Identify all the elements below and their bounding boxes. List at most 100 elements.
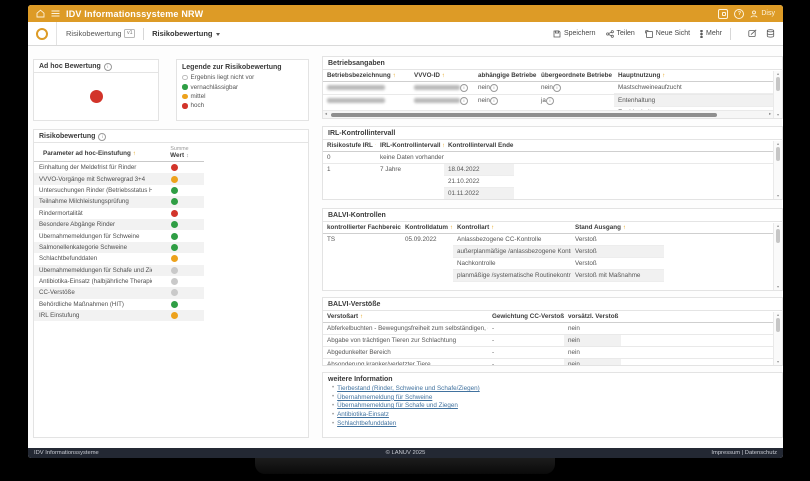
scroll-down-arrow-icon[interactable]: ▼ (774, 360, 782, 364)
table-row[interactable]: Abgedunkelter Bereich-nein (323, 347, 773, 359)
column-header[interactable]: übergeordnete Betriebe↑ (537, 70, 614, 81)
redacted-value (327, 98, 385, 103)
risk-parameter-row[interactable]: VVVO-Vorgänge mit Schweregrad 3+4 (34, 173, 204, 184)
scroll-down-arrow-icon[interactable]: ▼ (774, 285, 782, 289)
panel-title: Ad hoc Bewertung (39, 63, 101, 70)
vertical-scrollbar[interactable]: ▲▼ (773, 223, 782, 290)
risk-parameter-row[interactable]: Salmonellenkategorie Schweine (34, 242, 204, 253)
scrollbar-thumb[interactable] (331, 113, 717, 117)
vorsaetzlich-cell: nein (564, 335, 621, 346)
parameter-label: Übernahmemeldungen für Schweine (34, 233, 152, 240)
column-header-parameter[interactable]: Parameter ad hoc-Einstufung↑ (39, 148, 157, 159)
info-icon[interactable]: i (98, 133, 106, 141)
column-header[interactable]: Kontrollintervall Ende↑ (444, 140, 514, 151)
column-header[interactable]: Gewichtung CC-Verstoß↑ (488, 311, 564, 322)
vertical-scrollbar[interactable]: ▲▼ (773, 141, 782, 199)
menu-icon[interactable] (51, 10, 60, 17)
column-header[interactable]: abhängige Betriebe↑ (474, 70, 537, 81)
scroll-up-arrow-icon[interactable]: ▲ (774, 313, 782, 317)
view-selector[interactable]: Risikobewertung (152, 29, 219, 38)
scroll-right-arrow-icon[interactable]: ► (768, 112, 772, 116)
scrollbar-thumb[interactable] (776, 229, 780, 243)
column-header[interactable]: kontrollierter Fachbereich↑ (323, 222, 401, 233)
user-name[interactable]: Disy (761, 10, 775, 17)
column-header[interactable]: Kontrollart↑ (453, 222, 571, 233)
new-view-button[interactable]: Neue Sicht (645, 30, 690, 38)
info-icon[interactable]: i (553, 84, 561, 92)
apps-icon[interactable] (718, 9, 728, 19)
uebergeordnete-betriebe-cell: jai (537, 95, 614, 106)
adhoc-result-area (34, 73, 158, 121)
vertical-scrollbar[interactable]: ▲▼ (773, 71, 782, 118)
parameter-label: CC-Verstöße (34, 289, 152, 296)
scrollbar-thumb[interactable] (776, 318, 780, 332)
info-icon[interactable]: i (460, 97, 468, 105)
column-header[interactable]: Verstoßart↑ (323, 311, 488, 322)
info-icon[interactable]: i (460, 84, 468, 92)
risk-level-dot (171, 244, 178, 251)
risk-parameter-row[interactable]: Teilnahme Milchleistungsprüfung (34, 196, 204, 207)
scroll-left-arrow-icon[interactable]: ◄ (324, 112, 328, 116)
datasets-icon[interactable] (766, 29, 775, 38)
table-row[interactable]: TS05.09.2022Anlassbezogene CC-Kontrollea… (323, 234, 773, 282)
info-icon[interactable]: i (546, 97, 554, 105)
column-header[interactable]: Hauptnutzung↑ (614, 70, 773, 81)
dashboard: Ad hoc Bewertung i Legende zur Risikobew… (28, 46, 783, 448)
table-row[interactable]: Abferkelbuchten - Bewegungsfreiheit zum … (323, 323, 773, 335)
scroll-down-arrow-icon[interactable]: ▼ (774, 113, 782, 117)
table-row[interactable]: ineinineiniMastschweineaufzucht (323, 82, 773, 95)
risk-parameter-row[interactable]: Behördliche Maßnahmen (HIT) (34, 299, 204, 310)
scroll-down-arrow-icon[interactable]: ▼ (774, 194, 782, 198)
column-header[interactable]: Betriebsbezeichnung↑ (323, 70, 410, 81)
info-icon[interactable]: i (490, 84, 498, 92)
home-icon[interactable] (36, 9, 45, 18)
scrollbar-thumb[interactable] (776, 147, 780, 161)
table-row[interactable]: Absonderung kranker/verletzter Tiere-nei… (323, 359, 773, 366)
scroll-up-arrow-icon[interactable]: ▲ (774, 224, 782, 228)
risk-parameter-row[interactable]: Rindermortalität (34, 208, 204, 219)
user-icon[interactable] (750, 10, 758, 18)
risk-parameter-row[interactable]: Einhaltung der Meldefrist für Rinder (34, 162, 204, 173)
scroll-up-arrow-icon[interactable]: ▲ (774, 72, 782, 76)
table-row[interactable]: 0keine Daten vorhanden (323, 152, 773, 164)
info-link[interactable]: Tierbestand (Rinder, Schweine und Schafe… (337, 385, 480, 392)
info-icon[interactable]: i (490, 97, 498, 105)
notes-icon[interactable] (748, 29, 757, 38)
column-header[interactable]: Stand Ausgang↑ (571, 222, 664, 233)
vertical-scrollbar[interactable]: ▲▼ (773, 312, 782, 365)
column-header[interactable]: vorsätzl. Verstoß↑ (564, 311, 621, 322)
risk-parameter-row[interactable]: Untersuchungen Rinder (Betriebsstatus HI… (34, 185, 204, 196)
risk-parameter-row[interactable]: Übernahmemeldungen für Schafe und Ziegen (34, 265, 204, 276)
horizontal-scrollbar[interactable]: ◄► (323, 110, 773, 118)
risk-parameter-row[interactable]: CC-Verstöße (34, 287, 204, 298)
info-icon[interactable]: i (104, 63, 112, 71)
legend-label: mittel (191, 93, 206, 100)
risk-parameter-row[interactable]: IRL Einstufung (34, 310, 204, 321)
save-button[interactable]: Speichern (553, 30, 596, 38)
workbook-title[interactable]: Risikobewertung v1 (66, 29, 135, 38)
risk-parameter-row[interactable]: Antibiotika-Einsatz (halbjährliche Thera… (34, 276, 204, 287)
scrollbar-thumb[interactable] (776, 77, 780, 91)
table-header: Verstoßart↑Gewichtung CC-Verstoß↑vorsätz… (323, 311, 773, 323)
column-header[interactable]: IRL-Kontrollintervall↑ (376, 140, 444, 151)
sort-icon: ↕ (186, 153, 189, 159)
risk-parameter-row[interactable]: Schlachtbefunddaten (34, 253, 204, 264)
kontrolldatum-cell: 05.09.2022 (401, 234, 453, 245)
scroll-up-arrow-icon[interactable]: ▲ (774, 142, 782, 146)
risk-parameter-row[interactable]: Übernahmemeldungen für Schweine (34, 230, 204, 241)
help-icon[interactable]: ? (734, 9, 744, 19)
table-row[interactable]: 17 Jahre18.04.202221.10.202201.11.2022 (323, 164, 773, 200)
info-link[interactable]: Antibiotika-Einsatz (337, 411, 389, 418)
cadenza-logo-icon[interactable] (28, 22, 57, 45)
risk-parameter-row[interactable]: Besondere Abgänge Rinder (34, 219, 204, 230)
table-row[interactable]: Abgabe von trächtigen Tieren zur Schlach… (323, 335, 773, 347)
column-header-wert[interactable]: Summe Wert↕ (157, 146, 202, 159)
info-link[interactable]: Schlachtbefunddaten (337, 420, 396, 427)
info-link[interactable]: Übernahmemeldung für Schweine (337, 394, 432, 401)
column-header[interactable]: VVVO-ID↑ (410, 70, 474, 81)
info-link[interactable]: Übernahmemeldung für Schafe und Ziegen (337, 402, 458, 409)
more-button[interactable]: Mehr (700, 30, 722, 38)
share-button[interactable]: Teilen (606, 30, 635, 38)
column-header[interactable]: Risikostufe IRL↑ (323, 140, 376, 151)
column-header[interactable]: Kontrolldatum↑ (401, 222, 453, 233)
